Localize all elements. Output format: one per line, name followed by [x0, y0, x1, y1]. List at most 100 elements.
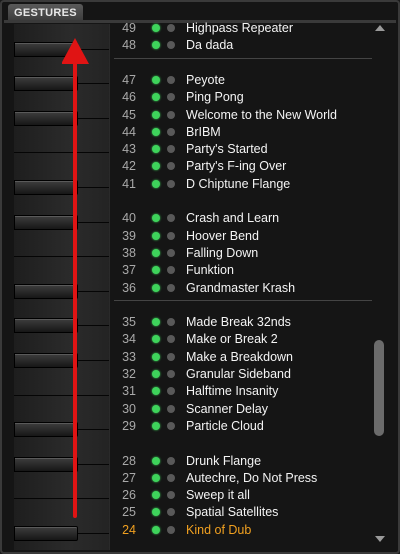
inactive-indicator-icon[interactable]: [167, 283, 175, 292]
gesture-number: 38: [122, 245, 136, 260]
gesture-row[interactable]: 43 Party's Started: [112, 141, 374, 158]
active-indicator-icon[interactable]: [152, 370, 160, 378]
active-indicator-icon[interactable]: [152, 318, 160, 327]
active-indicator-icon[interactable]: [152, 75, 160, 84]
inactive-indicator-icon[interactable]: [167, 266, 175, 275]
inactive-indicator-icon[interactable]: [167, 214, 175, 223]
gesture-row[interactable]: 39 Hoover Bend: [112, 228, 374, 245]
gesture-row[interactable]: 31 Halftime Insanity: [112, 383, 374, 400]
inactive-indicator-icon[interactable]: [167, 24, 175, 32]
inactive-indicator-icon[interactable]: [167, 421, 175, 430]
active-indicator-icon[interactable]: [152, 179, 160, 188]
gesture-number: 33: [122, 349, 136, 364]
inactive-indicator-icon[interactable]: [167, 93, 175, 102]
gesture-name: Make or Break 2: [186, 332, 278, 347]
inactive-indicator-icon[interactable]: [167, 387, 175, 396]
active-indicator-icon[interactable]: [152, 24, 160, 32]
gesture-row[interactable]: 29 Particle Cloud: [112, 418, 374, 435]
inactive-indicator-icon[interactable]: [167, 335, 175, 344]
active-indicator-icon[interactable]: [152, 110, 160, 119]
active-indicator-icon[interactable]: [152, 352, 160, 361]
active-indicator-icon[interactable]: [152, 214, 160, 223]
active-indicator-icon[interactable]: [152, 283, 160, 292]
active-indicator-icon[interactable]: [152, 266, 160, 275]
gesture-row[interactable]: 26 Sweep it all: [112, 487, 374, 504]
gesture-name: Da dada: [186, 38, 234, 53]
gesture-row[interactable]: 47 Peyote: [112, 72, 374, 89]
gesture-row[interactable]: 27 Autechre, Do Not Press: [112, 470, 374, 487]
gesture-row[interactable]: 36 Grandmaster Krash: [112, 280, 374, 297]
scroll-down-icon[interactable]: [375, 536, 385, 542]
gesture-row[interactable]: 44 BrIBM: [112, 124, 374, 141]
gesture-row[interactable]: 46 Ping Pong: [112, 89, 374, 106]
gesture-row[interactable]: 40 Crash and Learn: [112, 210, 374, 227]
gesture-list[interactable]: 49 Highpass Repeater 48 Da dada 47 Peyote 46 Pi…: [112, 18, 374, 548]
gesture-number: 48: [122, 38, 136, 53]
scroll-up-icon[interactable]: [375, 25, 385, 31]
gesture-row[interactable]: 38 Falling Down: [112, 245, 374, 262]
inactive-indicator-icon[interactable]: [167, 352, 175, 361]
gesture-row[interactable]: 32 Granular Sideband: [112, 366, 374, 383]
inactive-indicator-icon[interactable]: [167, 179, 175, 188]
active-indicator-icon[interactable]: [152, 145, 160, 154]
gesture-row[interactable]: 37 Funktion: [112, 262, 374, 279]
gesture-row[interactable]: 49 Highpass Repeater: [112, 20, 374, 37]
active-indicator-icon[interactable]: [152, 231, 160, 240]
inactive-indicator-icon[interactable]: [167, 75, 175, 84]
active-indicator-icon[interactable]: [152, 248, 160, 257]
inactive-indicator-icon[interactable]: [167, 248, 175, 257]
gesture-row[interactable]: 35 Made Break 32nds: [112, 314, 374, 331]
gesture-row[interactable]: 25 Spatial Satellites: [112, 504, 374, 521]
gesture-number: 42: [122, 159, 136, 174]
gesture-name: Party's Started: [186, 142, 268, 157]
scrollbar-track[interactable]: [374, 34, 386, 532]
inactive-indicator-icon[interactable]: [167, 41, 175, 50]
active-indicator-icon[interactable]: [152, 93, 160, 102]
active-indicator-icon[interactable]: [152, 473, 160, 482]
inactive-indicator-icon[interactable]: [167, 145, 175, 154]
active-indicator-icon[interactable]: [152, 162, 160, 171]
active-indicator-icon[interactable]: [152, 127, 160, 136]
gesture-row[interactable]: 48 Da dada: [112, 37, 374, 54]
inactive-indicator-icon[interactable]: [167, 370, 175, 378]
active-indicator-icon[interactable]: [152, 387, 160, 396]
group-divider: [114, 299, 372, 301]
inactive-indicator-icon[interactable]: [167, 473, 175, 482]
inactive-indicator-icon[interactable]: [167, 525, 175, 534]
gesture-row[interactable]: 41 D Chiptune Flange: [112, 176, 374, 193]
inactive-indicator-icon[interactable]: [167, 491, 175, 500]
inactive-indicator-icon[interactable]: [167, 231, 175, 240]
inactive-indicator-icon[interactable]: [167, 508, 175, 517]
gesture-row[interactable]: 34 Make or Break 2: [112, 331, 374, 348]
gesture-row[interactable]: 33 Make a Breakdown: [112, 349, 374, 366]
gesture-row[interactable]: 28 Drunk Flange: [112, 453, 374, 470]
inactive-indicator-icon[interactable]: [167, 318, 175, 327]
gesture-row[interactable]: 45 Welcome to the New World: [112, 107, 374, 124]
active-indicator-icon[interactable]: [152, 491, 160, 500]
inactive-indicator-icon[interactable]: [167, 456, 175, 465]
gesture-name: Grandmaster Krash: [186, 280, 296, 295]
inactive-indicator-icon[interactable]: [167, 110, 175, 119]
black-key[interactable]: [14, 526, 78, 541]
active-indicator-icon[interactable]: [152, 404, 160, 413]
gesture-number: 32: [122, 367, 136, 381]
gesture-row[interactable]: 42 Party's F-ing Over: [112, 158, 374, 175]
gesture-number: 29: [122, 418, 136, 433]
inactive-indicator-icon[interactable]: [167, 127, 175, 136]
inactive-indicator-icon[interactable]: [167, 404, 175, 413]
group-divider: [114, 57, 372, 59]
active-indicator-icon[interactable]: [152, 421, 160, 430]
scrollbar-thumb[interactable]: [374, 340, 384, 436]
gesture-row[interactable]: 24 Kind of Dub: [112, 522, 374, 539]
active-indicator-icon[interactable]: [152, 456, 160, 465]
gesture-name: Made Break 32nds: [186, 315, 291, 330]
gesture-number: 47: [122, 72, 136, 87]
active-indicator-icon[interactable]: [152, 335, 160, 344]
active-indicator-icon[interactable]: [152, 508, 160, 517]
gesture-name: Kind of Dub: [186, 522, 252, 537]
gesture-number: 37: [122, 263, 136, 278]
gesture-row[interactable]: 30 Scanner Delay: [112, 401, 374, 418]
active-indicator-icon[interactable]: [152, 525, 160, 534]
inactive-indicator-icon[interactable]: [167, 162, 175, 171]
active-indicator-icon[interactable]: [152, 41, 160, 50]
